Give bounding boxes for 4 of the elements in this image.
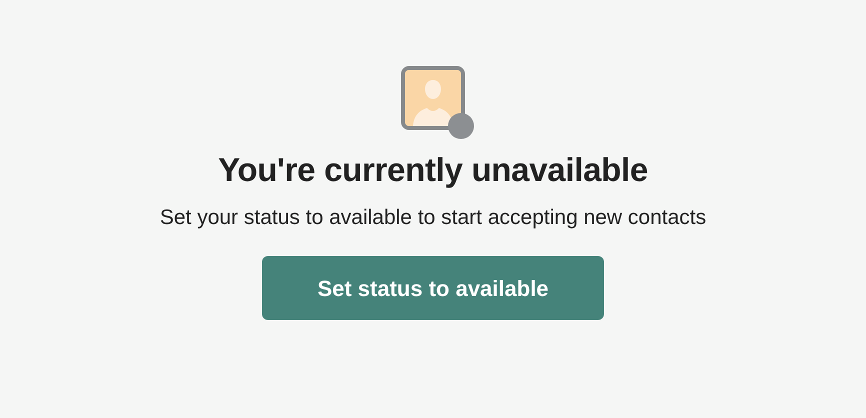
set-status-button[interactable]: Set status to available [262,256,604,320]
heading: You're currently unavailable [218,150,648,190]
message: Set your status to available to start accepting new contacts [160,204,706,231]
avatar-icon [401,66,465,130]
